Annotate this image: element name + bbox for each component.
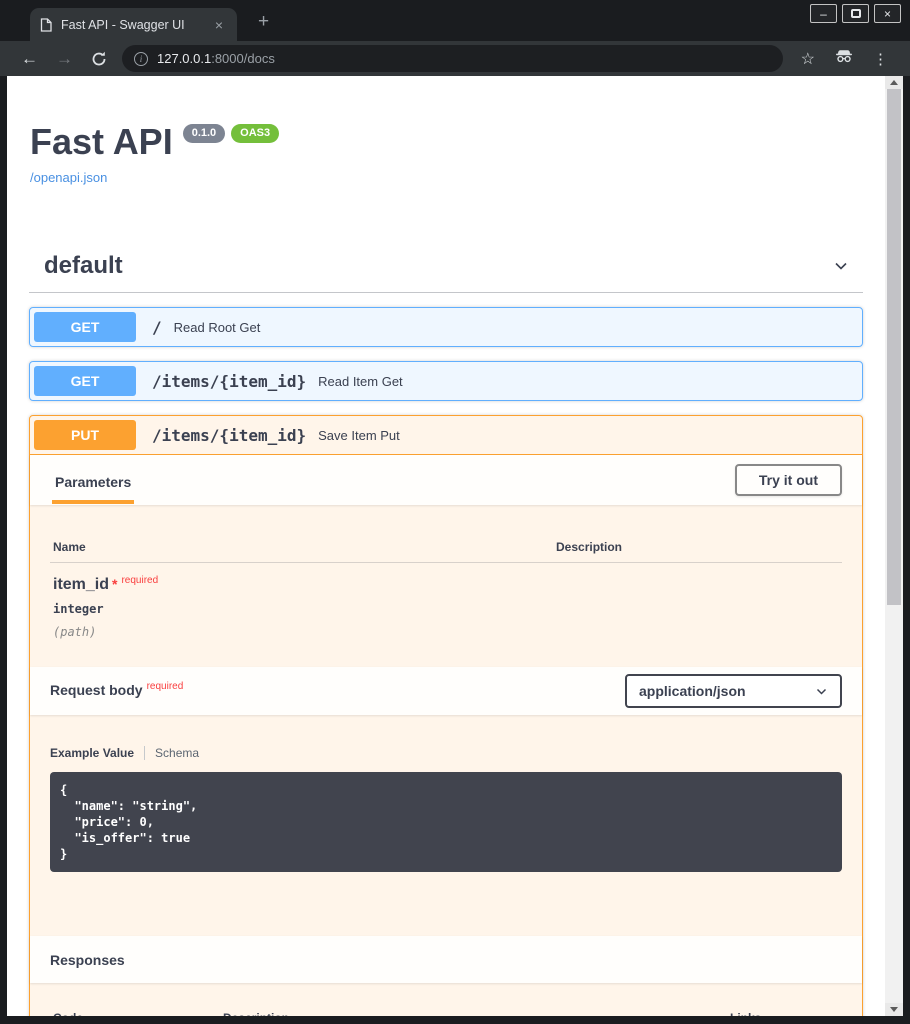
opblock-summary[interactable]: GET / Read Root Get <box>30 308 862 346</box>
new-tab-button[interactable]: + <box>252 9 275 35</box>
page-viewport: Fast API 0.1.0 OAS3 /openapi.json defaul… <box>7 76 903 1016</box>
description-column-header: Description <box>223 1011 730 1016</box>
parameter-type: integer <box>53 602 842 616</box>
endpoint-path: / <box>136 318 174 337</box>
tab-title: Fast API - Swagger UI <box>61 18 202 32</box>
site-info-icon[interactable]: i <box>134 52 148 66</box>
required-star: * <box>112 576 117 592</box>
method-badge-put: PUT <box>34 420 136 450</box>
parameter-name-line: item_id* required <box>53 576 842 594</box>
links-column-header: Links <box>730 1011 842 1016</box>
request-body-label-group: Request body required <box>50 682 183 700</box>
request-body-required: required <box>147 681 184 692</box>
request-body-content: Example Value Schema { "name": "string",… <box>30 715 862 936</box>
endpoint-path: /items/{item_id} <box>136 372 318 391</box>
forward-icon[interactable]: → <box>47 50 82 67</box>
scrollbar-down-button[interactable] <box>885 1003 903 1016</box>
parameter-location: (path) <box>53 625 842 639</box>
window-controls: – × <box>810 4 901 23</box>
responses-table: Code Description Links 200 Successful Re… <box>30 983 862 1016</box>
responses-title: Responses <box>50 952 125 968</box>
required-label: required <box>121 575 158 586</box>
incognito-icon <box>825 49 863 68</box>
endpoint-summary: Read Item Get <box>318 374 403 389</box>
close-button[interactable]: × <box>874 4 901 23</box>
api-badges: 0.1.0 OAS3 <box>183 124 279 143</box>
example-json-code: { "name": "string", "price": 0, "is_offe… <box>50 772 842 872</box>
request-body-label: Request body <box>50 682 143 698</box>
minimize-button[interactable]: – <box>810 4 837 23</box>
select-chevron-icon <box>815 685 828 698</box>
parameter-row-item-id: item_id* required integer (path) <box>50 563 842 639</box>
media-type-select[interactable]: application/json <box>625 674 842 708</box>
reload-icon[interactable] <box>82 51 116 67</box>
name-column-header: Name <box>53 540 556 554</box>
chevron-down-icon[interactable] <box>831 256 851 276</box>
opblock-summary[interactable]: GET /items/{item_id} Read Item Get <box>30 362 862 400</box>
opblock-put-item: PUT /items/{item_id} Save Item Put Param… <box>29 415 863 1016</box>
maximize-icon <box>851 9 861 18</box>
tab-parameters[interactable]: Parameters <box>52 457 134 504</box>
parameters-header: Parameters Try it out <box>30 455 862 505</box>
tab-close-icon[interactable]: × <box>211 17 227 33</box>
title-bar: Fast API - Swagger UI × + – × <box>0 0 910 41</box>
tag-section-default[interactable]: default <box>29 244 863 293</box>
request-body-header: Request body required application/json <box>30 667 862 715</box>
endpoint-path: /items/{item_id} <box>136 426 318 445</box>
swagger-page: Fast API 0.1.0 OAS3 /openapi.json defaul… <box>7 76 885 1016</box>
scroll-up-icon <box>890 80 898 85</box>
endpoint-summary: Save Item Put <box>318 428 400 443</box>
address-bar[interactable]: i 127.0.0.1:8000/docs <box>122 45 783 72</box>
endpoint-summary: Read Root Get <box>174 320 261 335</box>
maximize-button[interactable] <box>842 4 869 23</box>
opblock-get-item[interactable]: GET /items/{item_id} Read Item Get <box>29 361 863 401</box>
opblock-get-root[interactable]: GET / Read Root Get <box>29 307 863 347</box>
code-column-header: Code <box>53 1011 223 1016</box>
api-title-row: Fast API 0.1.0 OAS3 <box>30 121 862 163</box>
method-badge-get: GET <box>34 366 136 396</box>
parameters-table-header: Name Description <box>50 526 842 563</box>
tab-divider <box>144 746 145 760</box>
api-info: Fast API 0.1.0 OAS3 /openapi.json <box>30 121 862 187</box>
scrollbar-thumb[interactable] <box>887 89 901 605</box>
responses-table-header: Code Description Links <box>50 1011 842 1016</box>
tab-schema[interactable]: Schema <box>155 746 199 760</box>
responses-header: Responses <box>30 936 862 983</box>
scroll-down-icon <box>890 1007 898 1012</box>
parameter-name: item_id <box>53 576 109 593</box>
description-column-header: Description <box>556 540 842 554</box>
version-badge: 0.1.0 <box>183 124 225 143</box>
back-icon[interactable]: ← <box>12 50 47 67</box>
browser-menu-icon[interactable]: ⋮ <box>863 50 898 68</box>
browser-window: Fast API - Swagger UI × + – × ← → i 127.… <box>0 0 910 1024</box>
tab-example-value[interactable]: Example Value <box>50 746 134 760</box>
page-scrollbar[interactable] <box>885 76 903 1016</box>
browser-toolbar: ← → i 127.0.0.1:8000/docs ☆ ⋮ <box>0 41 910 76</box>
parameters-table: Name Description item_id* required intege… <box>30 505 862 667</box>
method-badge-get: GET <box>34 312 136 342</box>
api-title: Fast API <box>30 121 173 163</box>
opblock-summary[interactable]: PUT /items/{item_id} Save Item Put <box>30 416 862 455</box>
scrollbar-up-button[interactable] <box>885 76 903 89</box>
model-example-tabs: Example Value Schema <box>50 746 842 760</box>
page-document-icon <box>40 18 52 32</box>
openapi-spec-link[interactable]: /openapi.json <box>30 170 107 185</box>
oas3-badge: OAS3 <box>231 124 279 143</box>
media-type-value: application/json <box>639 683 746 699</box>
browser-tab[interactable]: Fast API - Swagger UI × <box>30 8 237 41</box>
url-text[interactable]: 127.0.0.1:8000/docs <box>157 51 275 66</box>
bookmark-star-icon[interactable]: ☆ <box>791 49 825 69</box>
tag-name: default <box>44 252 123 280</box>
try-it-out-button[interactable]: Try it out <box>735 464 842 496</box>
